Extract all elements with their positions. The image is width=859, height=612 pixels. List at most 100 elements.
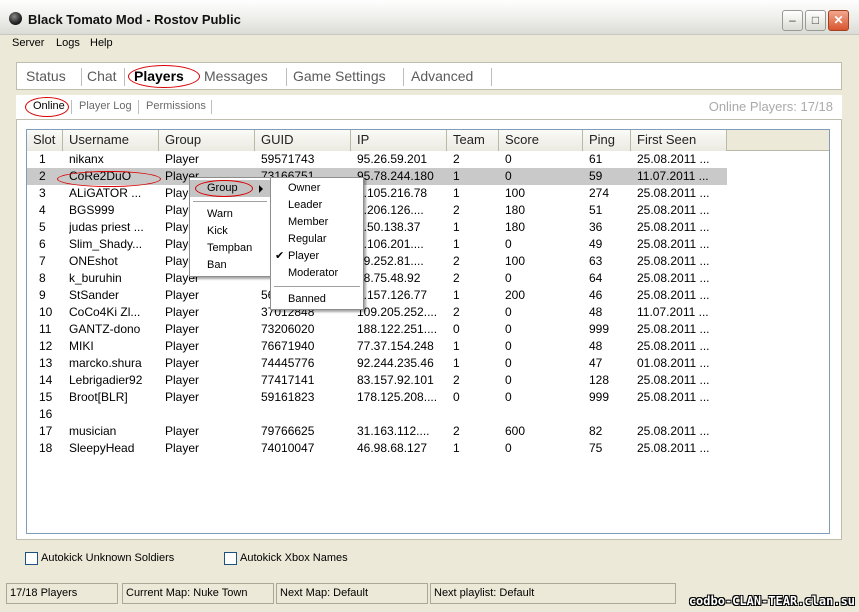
cell-ip: 83.157.92.101 (357, 373, 434, 387)
subtab-player-log[interactable]: Player Log (79, 100, 132, 112)
table-row[interactable]: 5 judas priest ... Player 4.50.138.37 1 180 36… (27, 219, 829, 236)
group-option-banned[interactable]: Banned (271, 291, 363, 308)
cell-ping: 46 (589, 288, 603, 302)
cell-username: BGS999 (69, 203, 115, 217)
cell-first-seen: 11.07.2011 ... (637, 169, 709, 183)
cell-slot: 11 (39, 322, 52, 336)
minimize-button[interactable]: – (782, 10, 803, 31)
subtab-permissions[interactable]: Permissions (146, 100, 206, 112)
players-table[interactable]: Slot Username Group GUID IP Team Score P… (26, 129, 830, 534)
column-header-group[interactable]: Group (159, 130, 255, 151)
cell-ping: 48 (589, 339, 603, 353)
cell-team: 1 (453, 237, 460, 251)
column-header-slot[interactable]: Slot (27, 130, 63, 151)
table-row[interactable]: 12 MIKI Player 76671940 77.37.154.248 1 0 48 25.… (27, 338, 829, 355)
main-tab-bar: Status Chat Players Messages Game Settin… (16, 62, 842, 90)
column-header-username[interactable]: Username (63, 130, 159, 151)
column-header-first-seen[interactable]: First Seen (631, 130, 727, 151)
table-row[interactable]: 10 CoCo4Ki Zl... Player 37012848 109.205.252… (27, 304, 829, 321)
tab-status[interactable]: Status (26, 68, 66, 84)
cell-slot: 9 (39, 288, 46, 302)
table-row[interactable]: 18 SleepyHead Player 74010047 46.98.68.127 1 0… (27, 440, 829, 457)
cell-first-seen: 25.08.2011 ... (637, 288, 710, 302)
table-row[interactable]: 8 k_buruhin Player 78.75.48.92 2 0 64 25.08.201… (27, 270, 829, 287)
cell-score: 200 (505, 288, 526, 302)
cell-slot: 7 (39, 254, 46, 268)
cell-ip: 09.252.81.... (357, 254, 424, 268)
tab-divider (124, 68, 125, 86)
tab-chat[interactable]: Chat (87, 68, 117, 84)
cell-group: Player (165, 152, 200, 166)
table-row[interactable]: 13 marcko.shura Player 74445776 92.244.235.4… (27, 355, 829, 372)
group-option-player[interactable]: ✔ Player (271, 248, 363, 265)
table-row[interactable]: 1 nikanx Player 59571743 95.26.59.201 2 0 61 25.… (27, 151, 829, 168)
cell-team: 2 (453, 203, 460, 217)
column-header-ping[interactable]: Ping (583, 130, 631, 151)
group-option-regular[interactable]: Regular (271, 231, 363, 248)
cell-ip: 9.105.216.78 (357, 186, 428, 200)
table-row[interactable]: 4 BGS999 Player 1.206.126.... 2 180 51 25.08.20… (27, 202, 829, 219)
cell-username: k_buruhin (69, 271, 122, 285)
cell-ping: 82 (589, 424, 603, 438)
column-header-guid[interactable]: GUID (255, 130, 351, 151)
table-row[interactable]: 16 (27, 406, 829, 423)
cell-first-seen: 25.08.2011 ... (637, 203, 710, 217)
cell-slot: 16 (39, 407, 53, 421)
autokick-xbox-checkbox[interactable] (224, 552, 237, 565)
cell-score: 180 (505, 220, 526, 234)
group-option-owner[interactable]: Owner (271, 180, 363, 197)
autokick-unknown-checkbox[interactable] (25, 552, 38, 565)
cell-username: MIKI (69, 339, 94, 353)
close-button[interactable]: ✕ (828, 10, 849, 31)
column-header-score[interactable]: Score (499, 130, 583, 151)
autokick-unknown-label: Autokick Unknown Soldiers (41, 552, 175, 564)
cell-team: 1 (453, 186, 460, 200)
cell-ip: 31.163.112.... (357, 424, 430, 438)
context-item-tempban[interactable]: Tempban (190, 240, 270, 257)
cell-slot: 12 (39, 339, 53, 353)
cell-username: musician (69, 424, 117, 438)
group-option-player-label: Player (288, 250, 320, 262)
group-submenu: Owner Leader Member Regular ✔ Player Mod… (270, 177, 364, 310)
tab-divider (403, 68, 404, 86)
group-option-leader[interactable]: Leader (271, 197, 363, 214)
table-row[interactable]: 6 Slim_Shady... Player 8.106.201.... 1 0 49 25.… (27, 236, 829, 253)
cell-group: Player (165, 305, 200, 319)
maximize-button[interactable]: □ (805, 10, 826, 31)
menu-help[interactable]: Help (90, 37, 113, 49)
cell-username: StSander (69, 288, 120, 302)
context-item-warn[interactable]: Warn (190, 206, 270, 223)
menu-logs[interactable]: Logs (56, 37, 80, 49)
table-row[interactable]: 14 Lebrigadier92 Player 77417141 83.157.92.1… (27, 372, 829, 389)
table-row[interactable]: 3 ALiGATOR ... Player 9.105.216.78 1 100 274 25… (27, 185, 829, 202)
cell-ip: 92.244.235.46 (357, 356, 434, 370)
cell-score: 0 (505, 305, 512, 319)
tab-advanced[interactable]: Advanced (411, 68, 473, 84)
submenu-arrow-icon (259, 185, 263, 193)
column-header-team[interactable]: Team (447, 130, 499, 151)
status-next-playlist: Next playlist: Default (430, 583, 676, 604)
table-header: Slot Username Group GUID IP Team Score P… (27, 130, 829, 151)
group-option-moderator[interactable]: Moderator (271, 265, 363, 282)
cell-ping: 274 (589, 186, 610, 200)
table-row[interactable]: 7 ONEshot Player 09.252.81.... 2 100 63 25.08.2… (27, 253, 829, 270)
cell-ip: 178.125.208.... (357, 390, 438, 404)
tab-game-settings[interactable]: Game Settings (293, 68, 386, 84)
group-option-member[interactable]: Member (271, 214, 363, 231)
cell-team: 2 (453, 271, 460, 285)
context-item-ban[interactable]: Ban (190, 257, 270, 274)
cell-ip: 95.26.59.201 (357, 152, 428, 166)
context-menu: Group Warn Kick Tempban Ban (189, 177, 271, 277)
table-row[interactable]: 17 musician Player 79766625 31.163.112.... 2 6… (27, 423, 829, 440)
cell-first-seen: 25.08.2011 ... (637, 237, 710, 251)
column-header-ip[interactable]: IP (351, 130, 447, 151)
menu-server[interactable]: Server (12, 37, 44, 49)
tab-messages[interactable]: Messages (204, 68, 268, 84)
cell-slot: 8 (39, 271, 46, 285)
table-row[interactable]: 9 StSander Player 56 3.157.126.77 1 200 46 25.08… (27, 287, 829, 304)
table-row[interactable]: 11 GANTZ-dono Player 73206020 188.122.251...… (27, 321, 829, 338)
cell-ping: 64 (589, 271, 603, 285)
table-row[interactable]: 15 Broot[BLR] Player 59161823 178.125.208...… (27, 389, 829, 406)
context-item-kick[interactable]: Kick (190, 223, 270, 240)
cell-score: 0 (505, 390, 512, 404)
